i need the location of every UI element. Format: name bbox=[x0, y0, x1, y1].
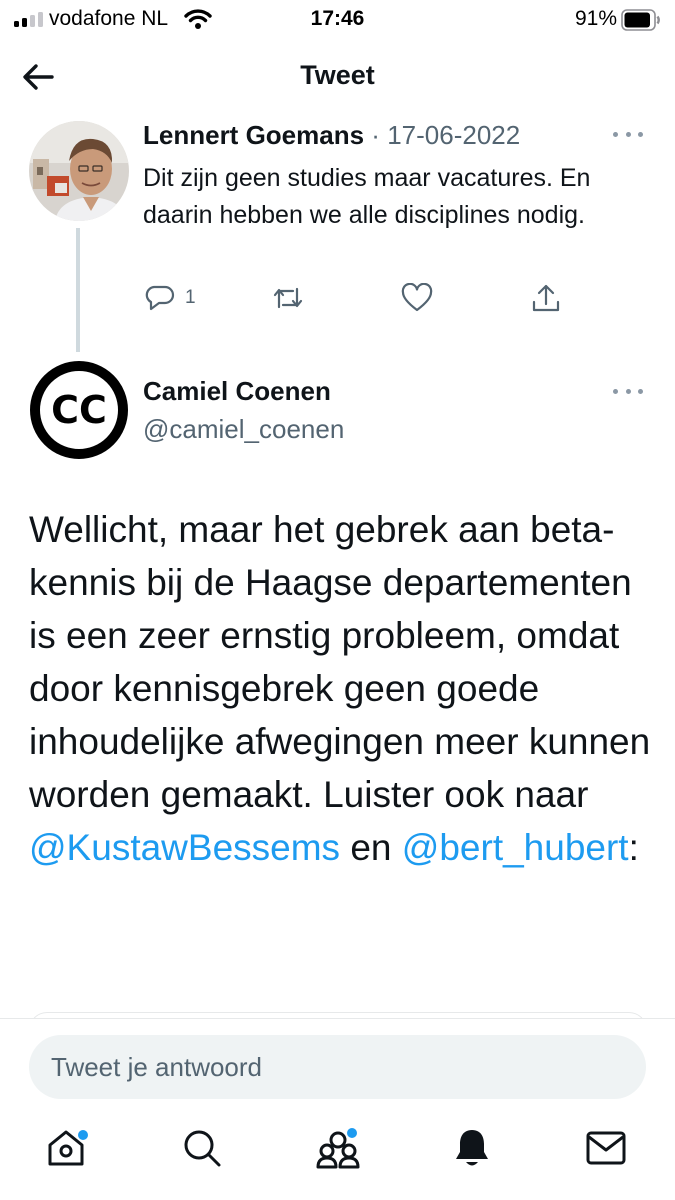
header-separator: · bbox=[371, 120, 380, 150]
tab-search[interactable] bbox=[172, 1118, 232, 1178]
mention-kustawbessems[interactable]: @KustawBessems bbox=[29, 827, 340, 868]
avatar-initials: CC bbox=[51, 388, 107, 432]
back-button[interactable] bbox=[18, 60, 58, 94]
main-more-options-button[interactable] bbox=[613, 384, 643, 398]
tab-messages[interactable] bbox=[576, 1118, 636, 1178]
avatar-camiel-coenen[interactable]: CC bbox=[29, 360, 129, 460]
main-author-name[interactable]: Camiel Coenen bbox=[143, 376, 331, 407]
more-icon bbox=[613, 131, 618, 137]
tweet-text-segment: Wellicht, maar het gebrek aan beta-kenni… bbox=[29, 509, 651, 815]
reply-input[interactable] bbox=[51, 1035, 621, 1099]
carrier-label: vodafone NL bbox=[49, 7, 169, 30]
mail-icon bbox=[586, 1131, 626, 1165]
battery-icon bbox=[621, 9, 661, 36]
main-author-handle[interactable]: @camiel_coenen bbox=[143, 414, 344, 445]
battery-percentage: 91% bbox=[574, 7, 617, 30]
main-tweet-text: Wellicht, maar het gebrek aan beta-kenni… bbox=[29, 503, 659, 874]
thread-connector-line bbox=[76, 228, 80, 352]
search-icon bbox=[184, 1130, 221, 1167]
status-bar: vodafone NL 17:46 91% bbox=[0, 0, 675, 40]
bell-icon bbox=[456, 1130, 488, 1166]
like-icon bbox=[401, 283, 433, 312]
reply-icon bbox=[145, 285, 175, 311]
reply-box[interactable] bbox=[29, 1035, 646, 1099]
share-icon bbox=[532, 284, 560, 312]
avatar-lennert-goemans[interactable] bbox=[29, 121, 129, 221]
tab-communities[interactable] bbox=[308, 1118, 368, 1178]
parent-author-name[interactable]: Lennert Goemans bbox=[143, 120, 364, 150]
parent-tweet-text: Dit zijn geen studies maar vacatures. En… bbox=[143, 164, 591, 229]
mention-bert-hubert[interactable]: @bert_hubert bbox=[402, 827, 629, 868]
reply-button[interactable]: 1 bbox=[145, 280, 196, 316]
parent-tweet-date[interactable]: 17-06-2022 bbox=[387, 120, 520, 150]
share-button[interactable] bbox=[531, 280, 561, 316]
like-button[interactable] bbox=[401, 280, 433, 316]
retweet-icon bbox=[273, 287, 303, 309]
more-icon bbox=[613, 388, 618, 394]
parent-tweet-header: Lennert Goemans · 17-06-2022 bbox=[143, 120, 520, 151]
page-title: Tweet bbox=[300, 60, 375, 90]
retweet-button[interactable] bbox=[271, 280, 305, 316]
tweet-text-segment: en bbox=[340, 827, 402, 868]
tweet-text-segment: : bbox=[628, 827, 639, 868]
tab-notifications[interactable] bbox=[442, 1118, 502, 1178]
parent-more-options-button[interactable] bbox=[613, 127, 643, 141]
wifi-icon bbox=[184, 8, 212, 35]
reply-count: 1 bbox=[185, 287, 196, 308]
tab-home[interactable] bbox=[36, 1118, 96, 1178]
signal-icon bbox=[14, 11, 43, 27]
navigation-bar: Tweet bbox=[0, 40, 675, 114]
arrow-left-icon bbox=[23, 64, 54, 90]
home-notification-dot bbox=[78, 1130, 88, 1140]
parent-tweet-actions: 1 bbox=[143, 280, 573, 316]
communities-notification-dot bbox=[347, 1128, 357, 1138]
